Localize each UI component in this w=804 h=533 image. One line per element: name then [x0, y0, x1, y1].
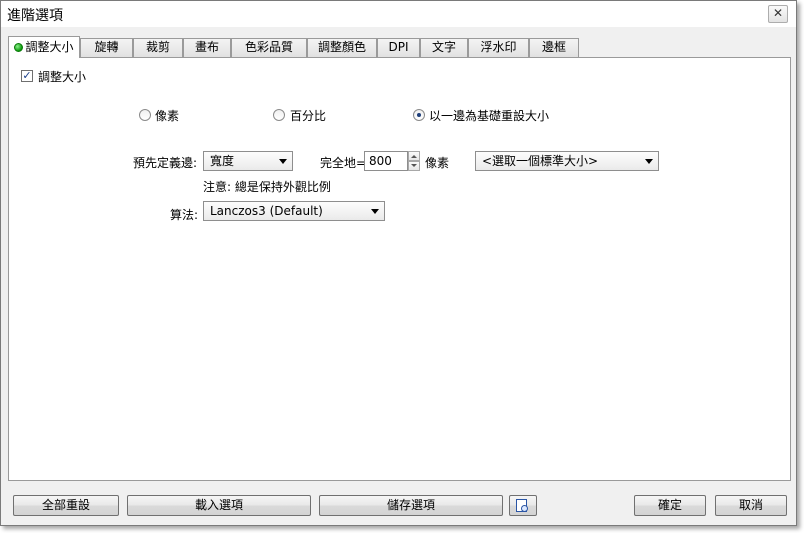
- radio-one-side[interactable]: [413, 109, 425, 121]
- predefined-side-select[interactable]: 寬度: [203, 151, 293, 171]
- tab-adjust-color[interactable]: 調整顏色: [307, 38, 377, 57]
- algorithm-select[interactable]: Lanczos3 (Default): [203, 201, 385, 221]
- title-bar: 進階選項 ✕: [1, 1, 796, 27]
- chevron-down-icon: [279, 159, 287, 164]
- dialog-title: 進階選項: [7, 8, 63, 24]
- resize-enable-checkbox[interactable]: ✓: [21, 70, 33, 82]
- stepper-up-icon[interactable]: [408, 151, 420, 161]
- tab-canvas[interactable]: 畫布: [183, 38, 231, 57]
- tab-color-quality[interactable]: 色彩品質: [231, 38, 307, 57]
- radio-percent-label: 百分比: [290, 109, 327, 123]
- advanced-options-dialog: 進階選項 ✕ 調整大小 旋轉 裁剪 畫布 色彩品質 調整顏色 DPI 文字 浮水…: [0, 0, 797, 526]
- exactly-label: 完全地=: [320, 156, 367, 170]
- chevron-down-icon: [371, 209, 379, 214]
- chevron-down-icon: [645, 159, 653, 164]
- predefined-side-label: 預先定義邊:: [133, 156, 198, 170]
- tab-dpi[interactable]: DPI: [377, 38, 420, 57]
- unit-label: 像素: [425, 156, 450, 170]
- tab-crop[interactable]: 裁剪: [133, 38, 183, 57]
- close-button[interactable]: ✕: [768, 5, 788, 23]
- preview-button[interactable]: [509, 495, 537, 516]
- size-input[interactable]: 800: [364, 151, 408, 171]
- radio-pixels[interactable]: [139, 109, 151, 121]
- size-stepper[interactable]: [408, 151, 420, 171]
- reset-all-button[interactable]: 全部重設: [13, 495, 119, 516]
- active-status-icon: [14, 43, 24, 52]
- ok-button[interactable]: 確定: [634, 495, 706, 516]
- resize-enable-label: 調整大小: [38, 70, 87, 84]
- preview-magnifier-icon: [516, 499, 528, 512]
- close-icon: ✕: [772, 6, 784, 20]
- radio-percent[interactable]: [273, 109, 285, 121]
- cancel-button[interactable]: 取消: [715, 495, 787, 516]
- load-options-button[interactable]: 載入選項: [127, 495, 311, 516]
- tab-rotate[interactable]: 旋轉: [80, 38, 133, 57]
- tab-watermark[interactable]: 浮水印: [468, 38, 529, 57]
- resize-panel: ✓ 調整大小 像素 百分比 以一邊為基礎重設大小 預先定義邊: 寬度 完全地= …: [8, 57, 791, 481]
- radio-one-side-label: 以一邊為基礎重設大小: [429, 109, 550, 123]
- check-icon: ✓: [22, 69, 32, 82]
- tab-text[interactable]: 文字: [420, 38, 468, 57]
- aspect-ratio-note: 注意: 總是保持外觀比例: [203, 180, 331, 194]
- radio-pixels-label: 像素: [155, 109, 180, 123]
- save-options-button[interactable]: 儲存選項: [319, 495, 503, 516]
- standard-size-select[interactable]: <選取一個標準大小>: [475, 151, 659, 171]
- tab-resize[interactable]: 調整大小: [8, 36, 80, 58]
- algorithm-label: 算法:: [170, 208, 199, 222]
- tab-border[interactable]: 邊框: [529, 38, 579, 57]
- stepper-down-icon[interactable]: [408, 161, 420, 171]
